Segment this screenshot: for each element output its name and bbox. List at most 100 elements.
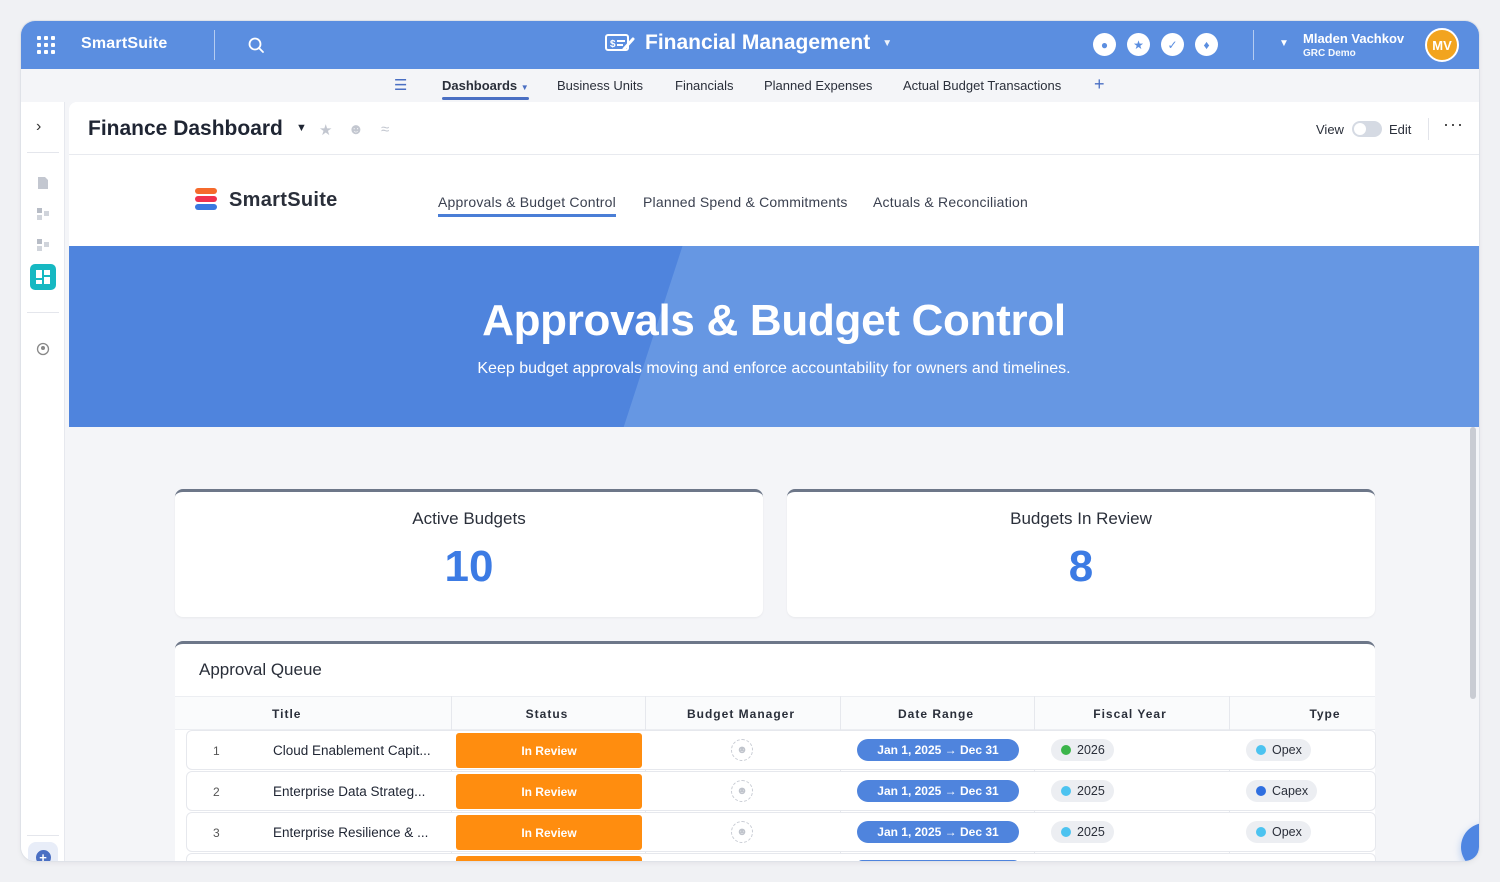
edit-label: Edit xyxy=(1389,122,1412,137)
rail-divider xyxy=(27,835,59,836)
top-header: SmartSuite $ Financial Management ▼ ● ★ … xyxy=(21,21,1479,69)
user-name[interactable]: Mladen Vachkov xyxy=(1303,31,1404,46)
row-number: 2 xyxy=(213,785,220,799)
user-menu-chevron-icon[interactable]: ▼ xyxy=(1279,38,1289,49)
tag-label: Capex xyxy=(1272,784,1309,798)
check-icon[interactable]: ✓ xyxy=(1161,33,1184,56)
plus-icon: + xyxy=(35,849,51,861)
tab-approvals-budget-control[interactable]: Approvals & Budget Control xyxy=(438,194,616,217)
left-rail: › + xyxy=(21,102,65,861)
star-icon[interactable]: ★ xyxy=(319,121,332,139)
finance-app-icon: $ xyxy=(605,34,635,51)
hero-title: Approvals & Budget Control xyxy=(482,296,1066,345)
row-title[interactable]: Enterprise Data Strateg... xyxy=(273,784,425,799)
hamburger-menu-icon[interactable]: ☰ xyxy=(394,76,407,94)
empty-user-icon[interactable]: ☻ xyxy=(731,821,753,843)
metric-value: 8 xyxy=(1068,542,1094,591)
app-title[interactable]: $ Financial Management ▼ xyxy=(605,31,892,55)
rail-divider xyxy=(27,312,59,313)
tab-financials[interactable]: Financials xyxy=(675,78,734,93)
fiscal-year-tag[interactable]: 2025 xyxy=(1051,821,1114,843)
row-title[interactable]: Cloud Enablement Capit... xyxy=(273,743,431,758)
column-header-status[interactable]: Status xyxy=(452,707,642,721)
logo-icon xyxy=(195,188,217,212)
status-badge[interactable]: In Review xyxy=(456,733,642,768)
empty-user-icon[interactable]: ☻ xyxy=(731,739,753,761)
header-divider xyxy=(214,30,215,60)
row-number: 1 xyxy=(213,744,220,758)
chevron-down-icon[interactable]: ▼ xyxy=(882,38,892,49)
column-header-fiscal-year[interactable]: Fiscal Year xyxy=(1035,707,1225,721)
status-badge[interactable]: In Review xyxy=(456,815,642,850)
expand-chevron-icon[interactable]: › xyxy=(36,118,41,136)
empty-user-icon[interactable]: ☻ xyxy=(731,780,753,802)
view-edit-toggle[interactable] xyxy=(1352,121,1382,137)
table-row[interactable]: 3 Enterprise Resilience & ... In Review … xyxy=(186,812,1376,852)
chevron-down-icon[interactable]: ▼ xyxy=(296,122,307,134)
add-tab-button[interactable]: + xyxy=(1094,74,1105,95)
user-circle-icon[interactable] xyxy=(36,342,50,356)
more-options-button[interactable]: ··· xyxy=(1443,114,1464,135)
rail-divider xyxy=(27,152,59,153)
sparkle-icon: ✦ xyxy=(1478,837,1479,857)
hero-subtitle: Keep budget approvals moving and enforce… xyxy=(477,360,1071,377)
color-dot xyxy=(1256,745,1266,755)
column-header-date-range[interactable]: Date Range xyxy=(841,707,1031,721)
grid-view-icon[interactable] xyxy=(36,207,50,221)
add-button[interactable]: + xyxy=(28,842,58,861)
date-range-pill[interactable]: Jan 1, 2025 → Dec 31 xyxy=(857,739,1019,761)
share-icon[interactable]: ☻ xyxy=(348,121,364,138)
header-actions: ● ★ ✓ ♦ xyxy=(1093,33,1218,56)
tab-business-units[interactable]: Business Units xyxy=(557,78,643,93)
table-title: Approval Queue xyxy=(199,660,322,679)
user-org: GRC Demo xyxy=(1303,48,1356,59)
app-title-text: Financial Management xyxy=(645,31,871,54)
apps-grid-icon[interactable] xyxy=(37,36,55,54)
tag-label: Opex xyxy=(1272,743,1302,757)
tab-planned-expenses[interactable]: Planned Expenses xyxy=(764,78,872,93)
color-dot xyxy=(1256,786,1266,796)
tab-planned-spend-commitments[interactable]: Planned Spend & Commitments xyxy=(643,194,848,210)
date-range-pill[interactable]: Jan 1, 2025 → Dec 31 xyxy=(857,780,1019,802)
hero-banner: Approvals & Budget Control Keep budget a… xyxy=(69,246,1479,427)
dashboard-panel: Finance Dashboard ▼ ★ ☻ ≈ View Edit ··· … xyxy=(69,102,1479,861)
avatar[interactable]: MV xyxy=(1425,28,1459,62)
document-icon[interactable] xyxy=(36,176,50,190)
row-title[interactable]: Enterprise Resilience & ... xyxy=(273,825,428,840)
column-header-budget-manager[interactable]: Budget Manager xyxy=(646,707,836,721)
type-tag[interactable]: Capex xyxy=(1246,780,1318,802)
tag-label: Opex xyxy=(1272,825,1302,839)
date-range-pill[interactable]: Jan 1, 2025 → Dec 31 xyxy=(857,821,1019,843)
dashboard-icon[interactable] xyxy=(30,264,56,290)
table-row[interactable]: 1 Cloud Enablement Capit... In Review ☻ … xyxy=(186,730,1376,770)
brand-name[interactable]: SmartSuite xyxy=(81,35,167,53)
team-icon[interactable]: ● xyxy=(1093,33,1116,56)
scrollbar[interactable] xyxy=(1470,427,1476,699)
date-range-pill[interactable] xyxy=(857,860,1019,861)
rss-icon[interactable]: ≈ xyxy=(381,121,389,138)
bell-icon[interactable]: ♦ xyxy=(1195,33,1218,56)
table-row[interactable] xyxy=(186,853,1376,861)
star-icon[interactable]: ★ xyxy=(1127,33,1150,56)
search-icon[interactable] xyxy=(247,36,265,54)
fiscal-year-tag[interactable]: 2025 xyxy=(1051,780,1114,802)
tab-actual-budget-transactions[interactable]: Actual Budget Transactions xyxy=(903,78,1061,93)
tag-label: 2026 xyxy=(1077,743,1105,757)
svg-text:$: $ xyxy=(610,39,616,50)
status-badge[interactable] xyxy=(456,856,642,861)
grid-view-icon[interactable] xyxy=(36,238,50,252)
tab-actuals-reconciliation[interactable]: Actuals & Reconciliation xyxy=(873,194,1028,210)
type-tag[interactable]: Opex xyxy=(1246,821,1311,843)
status-badge[interactable]: In Review xyxy=(456,774,642,809)
tab-dashboards[interactable]: Dashboards ▼ xyxy=(442,78,529,100)
column-header-title[interactable]: Title xyxy=(272,707,301,721)
color-dot xyxy=(1256,827,1266,837)
solution-tabs: ☰ Dashboards ▼ Business Units Financials… xyxy=(21,69,1479,102)
smartsuite-logo: SmartSuite xyxy=(195,188,338,212)
tag-label: 2025 xyxy=(1077,825,1105,839)
type-tag[interactable]: Opex xyxy=(1246,739,1311,761)
column-header-type[interactable]: Type xyxy=(1230,707,1420,721)
page-title[interactable]: Finance Dashboard xyxy=(88,117,283,141)
fiscal-year-tag[interactable]: 2026 xyxy=(1051,739,1114,761)
table-row[interactable]: 2 Enterprise Data Strateg... In Review ☻… xyxy=(186,771,1376,811)
